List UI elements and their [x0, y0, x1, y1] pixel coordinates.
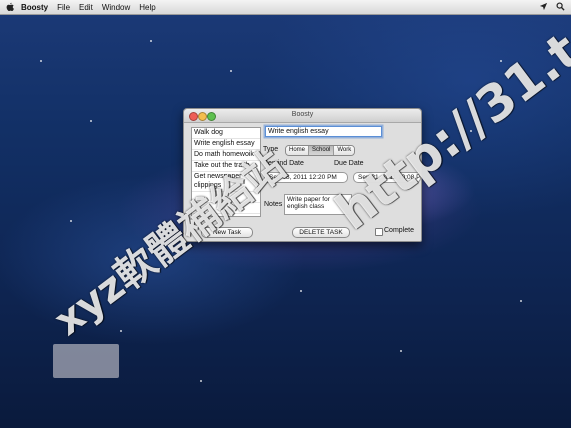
- menu-file[interactable]: File: [57, 3, 70, 12]
- type-segmented-control[interactable]: Home School Work: [285, 145, 356, 156]
- complete-label: Complete: [384, 227, 414, 234]
- app-menu-boosty[interactable]: Boosty: [21, 3, 48, 12]
- apple-menu-icon[interactable]: [5, 2, 15, 12]
- complete-checkbox[interactable]: [375, 228, 383, 236]
- location-arrow-icon[interactable]: [539, 2, 548, 11]
- spotlight-search-icon[interactable]: [556, 2, 565, 11]
- translucent-panel: [53, 344, 119, 378]
- due-date-label: Due Date: [334, 160, 364, 167]
- type-option-work[interactable]: Work: [334, 146, 355, 155]
- type-option-home[interactable]: Home: [286, 146, 310, 155]
- type-option-school[interactable]: School: [309, 146, 335, 155]
- task-title-field[interactable]: Write english essay: [265, 126, 382, 137]
- menu-help[interactable]: Help: [139, 3, 155, 12]
- list-item[interactable]: Walk dog: [192, 128, 260, 139]
- menu-window[interactable]: Window: [102, 3, 130, 12]
- window-titlebar[interactable]: Boosty: [184, 109, 421, 123]
- menu-bar: Boosty File Edit Window Help: [0, 0, 571, 15]
- window-title: Boosty: [291, 111, 314, 118]
- menu-edit[interactable]: Edit: [79, 3, 93, 12]
- notes-label: Notes: [264, 201, 283, 208]
- delete-task-button[interactable]: DELETE TASK: [292, 227, 350, 238]
